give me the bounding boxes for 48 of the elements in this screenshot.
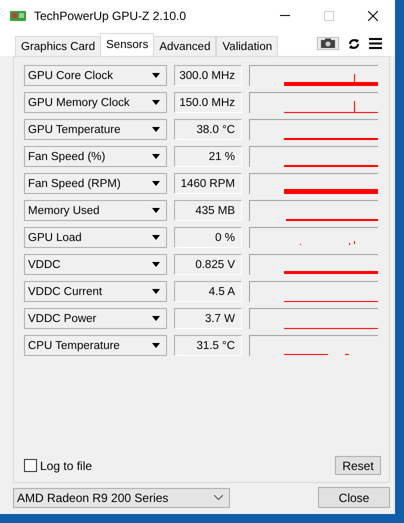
sensor-reading: 435 MB [174,200,242,221]
graphics-card-icon [10,10,26,22]
sensor-dropdown[interactable]: VDDC Power [24,308,167,329]
dropdown-arrow-icon [152,127,160,132]
sensor-dropdown[interactable]: GPU Memory Clock [24,92,167,113]
sensor-dropdown[interactable]: GPU Temperature [24,119,167,140]
camera-icon[interactable] [317,37,339,50]
sensor-dropdown[interactable]: GPU Load [24,227,167,248]
sensor-reading: 3.7 W [174,308,242,329]
refresh-icon[interactable] [348,38,360,50]
sensor-dropdown[interactable]: Memory Used [24,200,167,221]
sensor-dropdown[interactable]: Fan Speed (RPM) [24,173,167,194]
dropdown-arrow-icon [152,316,160,321]
sensor-dropdown[interactable]: VDDC Current [24,281,167,302]
sensor-dropdown[interactable]: Fan Speed (%) [24,146,167,167]
dropdown-arrow-icon [152,181,160,186]
sensor-dropdown[interactable]: CPU Temperature [24,335,167,356]
close-icon[interactable] [368,10,378,20]
sensor-reading: 38.0 °C [174,119,242,140]
menu-icon[interactable] [369,38,382,49]
window-title: TechPowerUp GPU-Z 2.10.0 [34,8,186,22]
reset-button[interactable]: Reset [335,456,381,475]
dropdown-arrow-icon [152,289,160,294]
sensor-reading: 0 % [174,227,242,248]
sensor-reading: 21 % [174,146,242,167]
dropdown-arrow-icon [152,154,160,159]
close-button[interactable]: Close [318,487,390,508]
dropdown-arrow-icon [152,343,160,348]
sensor-reading: 0.825 V [174,254,242,275]
tab[interactable]: Advanced [153,36,216,56]
sensor-reading: 150.0 MHz [174,92,242,113]
dropdown-arrow-icon [152,262,160,267]
dropdown-arrow-icon [152,73,160,78]
tab[interactable]: Validation [216,36,278,56]
sensor-dropdown[interactable]: VDDC [24,254,167,275]
sensor-reading: 31.5 °C [174,335,242,356]
dropdown-arrow-icon [152,100,160,105]
sensor-reading: 1460 RPM [174,173,242,194]
checkbox-label: Log to file [40,458,92,472]
chevron-down-icon [214,495,223,500]
sensor-dropdown[interactable]: GPU Core Clock [24,65,167,86]
gpu-dropdown[interactable]: AMD Radeon R9 200 Series [13,488,230,508]
tab[interactable]: Graphics Card [15,36,102,56]
sensor-reading: 4.5 A [174,281,242,302]
dropdown-arrow-icon [152,235,160,240]
log-checkbox[interactable] [24,459,37,472]
dropdown-arrow-icon [152,208,160,213]
sensor-reading: 300.0 MHz [174,65,242,86]
